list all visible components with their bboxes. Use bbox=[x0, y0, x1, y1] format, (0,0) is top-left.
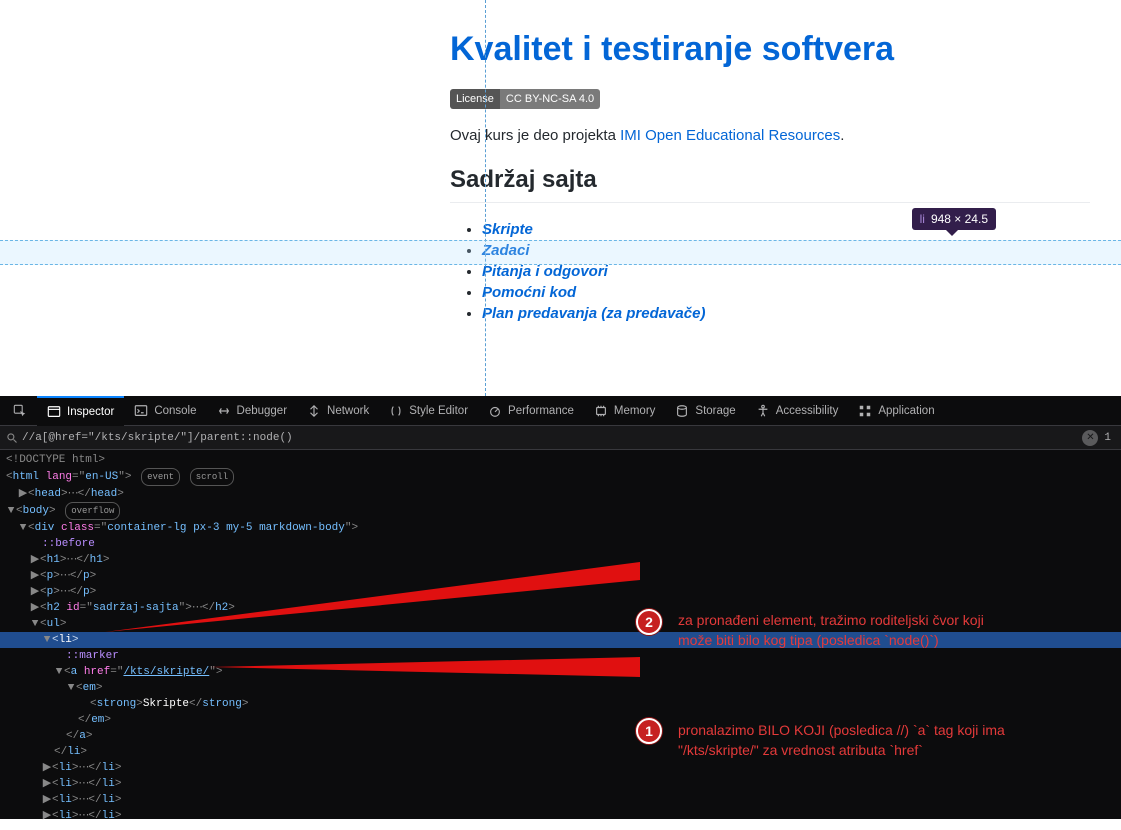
element-size-tooltip: li 948 × 24.5 bbox=[912, 208, 996, 230]
nav-list: Skripte Zadaci Pitanja i odgovori Pomoćn… bbox=[450, 219, 1121, 324]
clear-search-button[interactable]: ✕ bbox=[1082, 430, 1098, 446]
tab-style-editor[interactable]: Style Editor bbox=[379, 396, 478, 426]
tab-debugger[interactable]: Debugger bbox=[207, 396, 298, 426]
badge-right: CC BY-NC-SA 4.0 bbox=[500, 89, 600, 109]
tree-row: <!DOCTYPE html> bbox=[0, 452, 1121, 468]
tree-row: <html lang="en-US"> event scroll bbox=[0, 468, 1121, 486]
tab-inspector[interactable]: Inspector bbox=[37, 396, 124, 426]
search-result-count: 1 bbox=[1104, 432, 1115, 444]
tree-row: ▼<div class="container-lg px-3 my-5 mark… bbox=[0, 520, 1121, 536]
tree-row: ▶<p>⋯</p> bbox=[0, 584, 1121, 600]
tree-row: <strong>Skripte</strong> bbox=[0, 696, 1121, 712]
rendered-page: li 948 × 24.5 Kvalitet i testiranje soft… bbox=[0, 0, 1121, 396]
devtools-tabbar: Inspector Console Debugger Network Style… bbox=[0, 396, 1121, 426]
list-item: Pitanja i odgovori bbox=[482, 261, 1121, 282]
tree-row: ::before bbox=[0, 536, 1121, 552]
tree-row: ▶<li>⋯</li> bbox=[0, 808, 1121, 824]
tree-row-selected: ▼<li> bbox=[0, 632, 1121, 648]
intro-text: Ovaj kurs je deo projekta IMI Open Educa… bbox=[450, 127, 1121, 144]
tree-row: ▼<body> overflow bbox=[0, 502, 1121, 520]
tree-row: ▼<ul> bbox=[0, 616, 1121, 632]
tree-row: ▼<em> bbox=[0, 680, 1121, 696]
tooltip-tag: li bbox=[920, 212, 925, 226]
tab-accessibility[interactable]: Accessibility bbox=[746, 396, 849, 426]
tree-row: ::marker bbox=[0, 648, 1121, 664]
pick-element-button[interactable] bbox=[3, 396, 37, 426]
tab-application[interactable]: Application bbox=[848, 396, 944, 426]
tree-row: ▶<h2 id="sadržaj-sajta">⋯</h2> bbox=[0, 600, 1121, 616]
dom-tree[interactable]: <!DOCTYPE html> <html lang="en-US"> even… bbox=[0, 450, 1121, 830]
tab-performance[interactable]: Performance bbox=[478, 396, 584, 426]
tree-row: ▼<a href="/kts/skripte/"> bbox=[0, 664, 1121, 680]
link-plan[interactable]: Plan predavanja (za predavače) bbox=[482, 305, 705, 322]
tab-storage[interactable]: Storage bbox=[665, 396, 745, 426]
search-icon bbox=[6, 432, 18, 444]
tree-row: ▶<p>⋯</p> bbox=[0, 568, 1121, 584]
list-item: Plan predavanja (za predavače) bbox=[482, 303, 1121, 324]
search-input[interactable] bbox=[22, 432, 1076, 444]
tooltip-dims: 948 × 24.5 bbox=[931, 212, 988, 226]
tree-row: </em> bbox=[0, 712, 1121, 728]
link-pomocni[interactable]: Pomoćni kod bbox=[482, 284, 576, 301]
tree-row: ▶<li>⋯</li> bbox=[0, 776, 1121, 792]
devtools-panel: Inspector Console Debugger Network Style… bbox=[0, 396, 1121, 819]
list-item: Skripte bbox=[482, 219, 1121, 240]
intro-link[interactable]: IMI Open Educational Resources bbox=[620, 127, 840, 144]
link-skripte[interactable]: Skripte bbox=[482, 221, 533, 238]
tab-network[interactable]: Network bbox=[297, 396, 379, 426]
link-zadaci[interactable]: Zadaci bbox=[482, 242, 530, 259]
tree-row: ▶<li>⋯</li> bbox=[0, 760, 1121, 776]
link-pitanja[interactable]: Pitanja i odgovori bbox=[482, 263, 608, 280]
list-item: Pomoćni kod bbox=[482, 282, 1121, 303]
tree-row: </li> bbox=[0, 744, 1121, 760]
license-badge: License CC BY-NC-SA 4.0 bbox=[450, 89, 600, 109]
tree-row: ▶<h1>⋯</h1> bbox=[0, 552, 1121, 568]
inspector-search-bar: ✕ 1 bbox=[0, 426, 1121, 450]
page-title: Kvalitet i testiranje softvera bbox=[450, 30, 1121, 69]
tab-console[interactable]: Console bbox=[124, 396, 206, 426]
tree-row: ▶<li>⋯</li> bbox=[0, 792, 1121, 808]
section-heading: Sadržaj sajta bbox=[450, 166, 1090, 203]
tab-memory[interactable]: Memory bbox=[584, 396, 666, 426]
tree-row: </a> bbox=[0, 728, 1121, 744]
tree-row: ▶<head>⋯</head> bbox=[0, 486, 1121, 502]
list-item: Zadaci bbox=[482, 240, 1121, 261]
badge-left: License bbox=[450, 89, 500, 109]
